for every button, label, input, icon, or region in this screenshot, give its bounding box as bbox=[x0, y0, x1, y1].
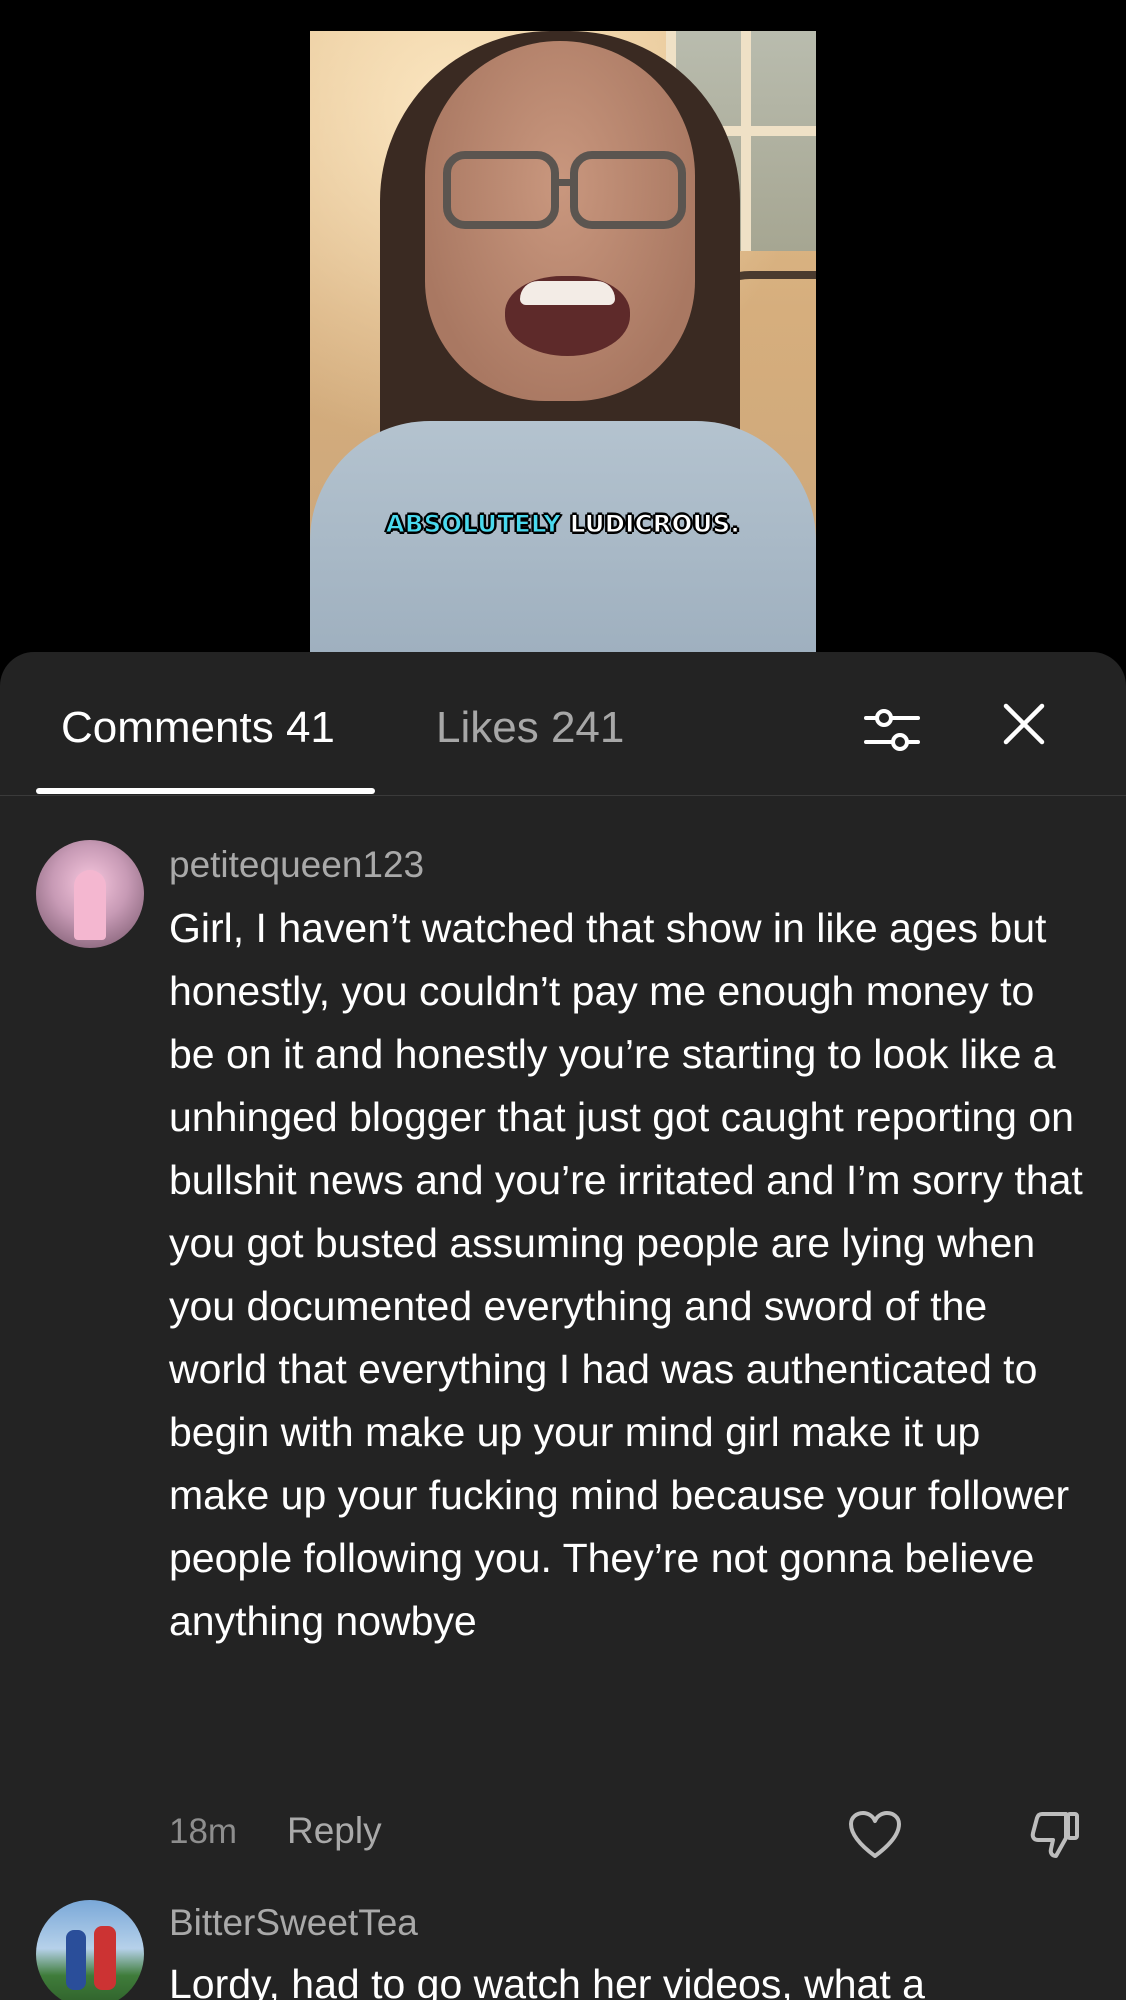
reply-button[interactable]: Reply bbox=[287, 1810, 382, 1852]
tab-likes[interactable]: Likes 241 bbox=[436, 703, 624, 753]
tab-comments[interactable]: Comments 41 bbox=[61, 703, 335, 753]
comment-username[interactable]: BitterSweetTea bbox=[169, 1902, 418, 1944]
thumbs-down-icon bbox=[1030, 1812, 1079, 1858]
close-button[interactable] bbox=[998, 698, 1050, 750]
dislike-button[interactable] bbox=[1028, 1810, 1082, 1860]
tab-bar: Comments 41 Likes 241 bbox=[0, 652, 1126, 796]
sliders-icon bbox=[864, 709, 920, 751]
caption-highlight-word: ABSOLUTELY bbox=[385, 510, 562, 539]
video-area[interactable]: ABSOLUTELY LUDICROUS. bbox=[0, 0, 1126, 652]
caption-rest: LUDICROUS. bbox=[569, 510, 741, 539]
like-button[interactable] bbox=[848, 1810, 902, 1860]
filter-button[interactable] bbox=[862, 702, 922, 758]
glasses-bridge bbox=[557, 179, 575, 186]
video-frame[interactable]: ABSOLUTELY LUDICROUS. bbox=[310, 31, 816, 652]
glasses-left-lens bbox=[443, 151, 559, 229]
comment-text: Lordy, had to go watch her videos, what … bbox=[169, 1961, 925, 2000]
heart-icon bbox=[849, 1811, 901, 1858]
video-person-teeth bbox=[520, 281, 615, 305]
avatar[interactable] bbox=[36, 1900, 144, 2000]
comment-timestamp: 18m bbox=[169, 1812, 238, 1851]
comment-text: Girl, I haven’t watched that show in lik… bbox=[169, 905, 1083, 1644]
video-caption: ABSOLUTELY LUDICROUS. bbox=[310, 510, 816, 539]
glasses-right-lens bbox=[570, 151, 686, 229]
active-tab-indicator bbox=[36, 788, 375, 794]
close-icon bbox=[1003, 703, 1045, 745]
comments-sheet: Comments 41 Likes 241 petitequeen123 Gir… bbox=[0, 652, 1126, 2000]
comment-username[interactable]: petitequeen123 bbox=[169, 844, 424, 886]
avatar[interactable] bbox=[36, 840, 144, 948]
